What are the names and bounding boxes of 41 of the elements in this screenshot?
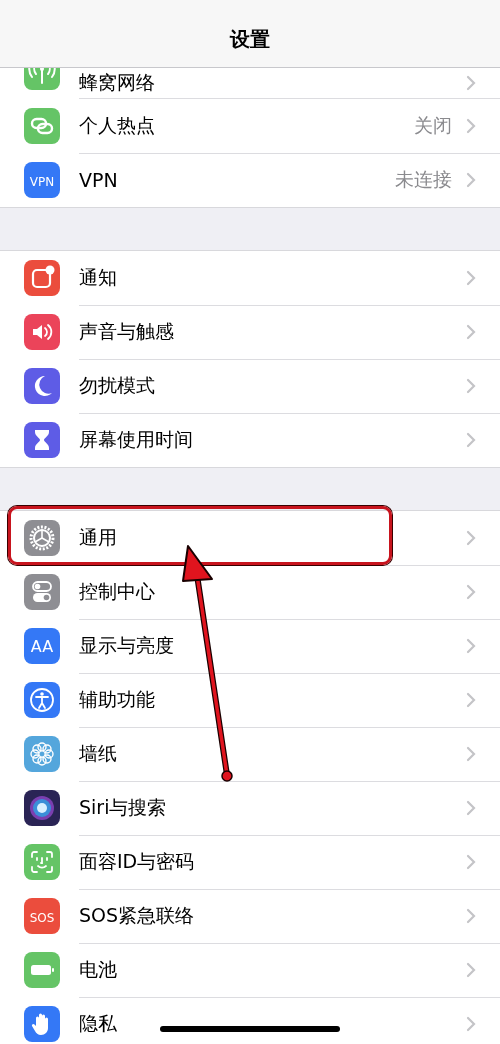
setting-label[interactable]: Siri与搜索 bbox=[79, 794, 167, 821]
chevron-icon bbox=[466, 853, 476, 870]
setting-label[interactable]: 电池 bbox=[79, 956, 117, 983]
chevron-icon bbox=[466, 75, 476, 91]
chevron-icon bbox=[466, 691, 476, 708]
setting-label[interactable]: 控制中心 bbox=[79, 578, 155, 605]
chevron-icon bbox=[466, 907, 476, 924]
chevron-icon bbox=[466, 799, 476, 816]
home-indicator[interactable] bbox=[160, 1026, 340, 1032]
setting-label[interactable]: 隐私 bbox=[79, 1011, 117, 1037]
setting-label[interactable]: 墙纸 bbox=[79, 740, 117, 767]
setting-value: 关闭 bbox=[414, 112, 452, 138]
setting-label[interactable]: VPN bbox=[79, 169, 118, 191]
chevron-icon bbox=[466, 745, 476, 762]
setting-label[interactable]: SOS紧急联络 bbox=[79, 902, 195, 929]
setting-label[interactable]: 面容ID与密码 bbox=[79, 848, 195, 875]
setting-label[interactable]: 蜂窝网络 bbox=[79, 70, 155, 96]
chevron-icon bbox=[466, 432, 476, 448]
text-icon: AA bbox=[24, 628, 60, 664]
chevron-icon bbox=[466, 323, 476, 340]
chevron-icon bbox=[466, 269, 476, 286]
setting-value: 未连接 bbox=[395, 167, 452, 192]
chevron-icon bbox=[466, 583, 476, 600]
chevron-icon bbox=[466, 172, 476, 188]
chevron-icon bbox=[466, 377, 476, 394]
setting-label[interactable]: 屏幕使用时间 bbox=[79, 427, 193, 453]
navigation-title: 设置 bbox=[230, 26, 270, 53]
text-icon: SOS bbox=[24, 898, 60, 934]
text-icon: VPN bbox=[24, 162, 60, 198]
setting-label[interactable]: 通知 bbox=[79, 264, 117, 291]
setting-label[interactable]: 声音与触感 bbox=[79, 318, 174, 345]
chevron-icon bbox=[466, 961, 476, 978]
chevron-icon bbox=[466, 529, 476, 546]
setting-label[interactable]: 显示与亮度 bbox=[79, 632, 174, 659]
setting-label[interactable]: 勿扰模式 bbox=[79, 372, 155, 399]
chevron-icon bbox=[466, 1016, 476, 1032]
chevron-icon bbox=[466, 117, 476, 134]
setting-label[interactable]: 个人热点 bbox=[79, 112, 155, 139]
setting-label[interactable]: 辅助功能 bbox=[79, 686, 155, 713]
setting-label[interactable]: 通用 bbox=[79, 524, 117, 551]
chevron-icon bbox=[466, 637, 476, 654]
